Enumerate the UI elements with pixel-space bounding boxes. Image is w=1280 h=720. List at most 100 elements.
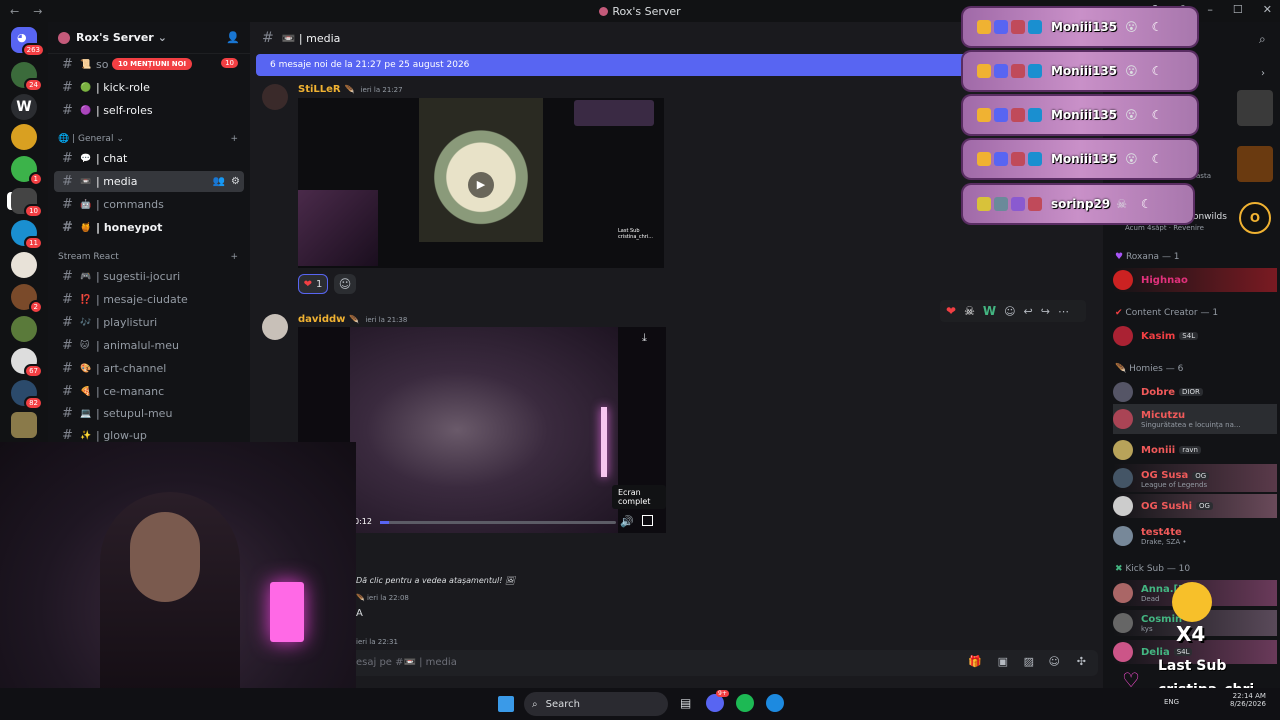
chevron-right-icon[interactable]: › [1261, 68, 1265, 79]
badge-icon [1011, 20, 1025, 34]
category-stream-react[interactable]: Stream React + [58, 252, 238, 262]
og-icon [994, 108, 1008, 122]
channel-item[interactable]: # ⁉️ | mesaje-ciudate [54, 289, 244, 310]
server-icon[interactable]: 82 [11, 380, 43, 410]
spotify-icon[interactable] [736, 694, 754, 712]
shocked-emoji-icon: 😮 [1125, 108, 1138, 122]
server-icon[interactable] [11, 252, 37, 278]
message-author[interactable]: daviddw [298, 314, 345, 325]
add-channel-icon[interactable]: + [230, 134, 238, 144]
hash-icon: # [62, 428, 73, 443]
attachment-hint[interactable]: Dă clic pentru a vedea atașamentul! 🖼 [356, 576, 515, 585]
sticker-icon[interactable]: ▨ [1024, 655, 1034, 668]
download-icon[interactable]: ⤓ [642, 331, 647, 345]
channel-item-kick-role[interactable]: # 🟢 | kick-role [54, 77, 244, 98]
server-icon[interactable] [11, 316, 37, 342]
window-title-text: Rox's Server [612, 4, 681, 18]
forward-icon[interactable]: ↪ [1041, 305, 1050, 318]
add-member-icon[interactable]: 👤 [226, 31, 240, 44]
reaction-heart[interactable]: ❤ 1 [298, 274, 328, 294]
home-button[interactable]: ◕ 263 [11, 27, 45, 57]
skull-icon[interactable]: ☠ [964, 304, 975, 318]
clock[interactable]: 22:14 AM 8/26/2026 [1230, 692, 1266, 708]
moon-icon: ☾ [1141, 197, 1152, 211]
avatar[interactable] [262, 314, 288, 340]
channel-item[interactable]: # 🎶 | playlisturi [54, 312, 244, 333]
reply-icon[interactable]: ↩ [1024, 305, 1033, 318]
invite-icon[interactable]: 👥 [213, 176, 225, 187]
play-icon[interactable]: ▶ [468, 172, 494, 198]
member-row[interactable]: OG Sushi OG [1113, 494, 1277, 518]
server-header[interactable]: Rox's Server ⌄ 👤 [48, 22, 250, 54]
server-icon[interactable]: 2 [11, 284, 43, 314]
heart-icon[interactable]: ❤ [946, 304, 956, 318]
discord-taskbar-icon[interactable]: 9+ [706, 690, 729, 712]
language-indicator[interactable]: ENG [1164, 698, 1179, 706]
add-reaction-icon[interactable]: ☺ [1004, 305, 1015, 318]
channel-item-chat[interactable]: # 💬 | chat [54, 148, 244, 169]
search-icon: ⌕ [532, 698, 538, 710]
server-icon[interactable]: 67 [11, 348, 43, 378]
close-button[interactable]: ✕ [1263, 3, 1272, 22]
add-channel-icon[interactable]: + [230, 252, 238, 262]
server-icon[interactable]: 11 [11, 220, 43, 250]
taskbar-search[interactable]: ⌕ Search [524, 692, 668, 716]
video-embed[interactable]: ▶ Last Sub cristina_chri... [298, 98, 664, 268]
emoji-icon[interactable]: ☺ [1049, 655, 1060, 668]
channel-item-self-roles[interactable]: # 🟣 | self-roles [54, 100, 244, 121]
category-general[interactable]: 🌐 | General ⌄ + [58, 134, 238, 144]
channel-item-media[interactable]: # 📼 | media 👥 ⚙ [54, 171, 244, 192]
fullscreen-button[interactable] [642, 515, 653, 526]
gif-icon[interactable]: ▣ [998, 655, 1008, 668]
minimize-button[interactable]: – [1207, 3, 1213, 22]
server-icon[interactable]: 1 [11, 156, 43, 186]
channel-item[interactable]: # 🍕 | ce-mananc [54, 381, 244, 402]
add-reaction-icon[interactable]: ☺ [334, 274, 356, 294]
server-icon[interactable] [11, 124, 37, 150]
server-icon[interactable] [11, 412, 37, 438]
file-explorer-icon[interactable]: ▤ [680, 696, 691, 710]
search-icon[interactable]: ⌕ [1259, 32, 1266, 47]
moon-icon: ☾ [1151, 108, 1163, 122]
member-row[interactable]: Highnao [1113, 268, 1277, 292]
windows-start-icon[interactable] [498, 696, 514, 712]
crown-icon [977, 64, 991, 78]
member-category: ✖ Kick Sub — 10 [1115, 564, 1190, 574]
server-icon-active[interactable]: 10 [11, 188, 43, 218]
settings-gear-icon[interactable]: ⚙ [231, 176, 240, 187]
member-row[interactable]: test4te Drake, SZA • [1113, 522, 1277, 550]
more-icon[interactable]: ⋯ [1058, 305, 1069, 318]
avatar[interactable] [262, 84, 288, 110]
new-messages-bar[interactable]: 6 mesaje noi de la 21:27 pe 25 august 20… [256, 54, 976, 76]
message-timestamp-row: 🪶 ieri la 22:08 [356, 594, 409, 602]
volume-icon[interactable]: 🔊 [620, 515, 634, 528]
server-icon[interactable]: W [11, 94, 37, 120]
channel-item-commands[interactable]: # 🤖 | commands [54, 194, 244, 215]
channel-item-honeypot[interactable]: # 🍯 | honeypot [54, 217, 244, 238]
member-row[interactable]: OG Susa OG League of Legends [1113, 464, 1277, 492]
message-input[interactable]: esaj pe #📼 | media 🎁 ▣ ▨ ☺ ✣ [342, 650, 1098, 676]
channel-item[interactable]: # 💻 | setupul-meu [54, 403, 244, 424]
gift-icon[interactable]: 🎁 [968, 655, 982, 668]
message-author[interactable]: StiLLeR [298, 84, 341, 95]
channel-item[interactable]: # 🎨 | art-channel [54, 358, 244, 379]
w-emoji-icon[interactable]: W [983, 304, 996, 318]
maximize-button[interactable]: ☐ [1233, 3, 1243, 22]
channel-item[interactable]: # 🐱 | animalul-meu [54, 335, 244, 356]
edge-icon[interactable] [766, 694, 784, 712]
member-tag: ravn [1179, 446, 1201, 454]
crown-icon [977, 152, 991, 166]
role-icon: 🪶 [356, 594, 367, 602]
apps-icon[interactable]: ✣ [1077, 655, 1086, 668]
channel-item[interactable]: # 📜 so 10 MENȚIUNI NOI 10 [54, 54, 244, 75]
video-seekbar[interactable] [380, 521, 616, 524]
member-row[interactable]: Moniii ravn [1113, 438, 1277, 462]
member-row[interactable]: Micutzu Singurătatea e locuința na... [1113, 404, 1277, 434]
channel-item[interactable]: # 🎮 | sugestii-jocuri [54, 266, 244, 287]
member-row[interactable]: Kasim S4L [1113, 324, 1277, 348]
new-mentions-pill[interactable]: 10 MENȚIUNI NOI [112, 58, 193, 70]
member-row[interactable]: Dobre DIOR [1113, 380, 1277, 404]
fullscreen-tooltip: Ecran complet [612, 485, 666, 509]
taskbar-search-label: Search [545, 698, 580, 710]
server-icon[interactable]: 24 [11, 62, 43, 92]
